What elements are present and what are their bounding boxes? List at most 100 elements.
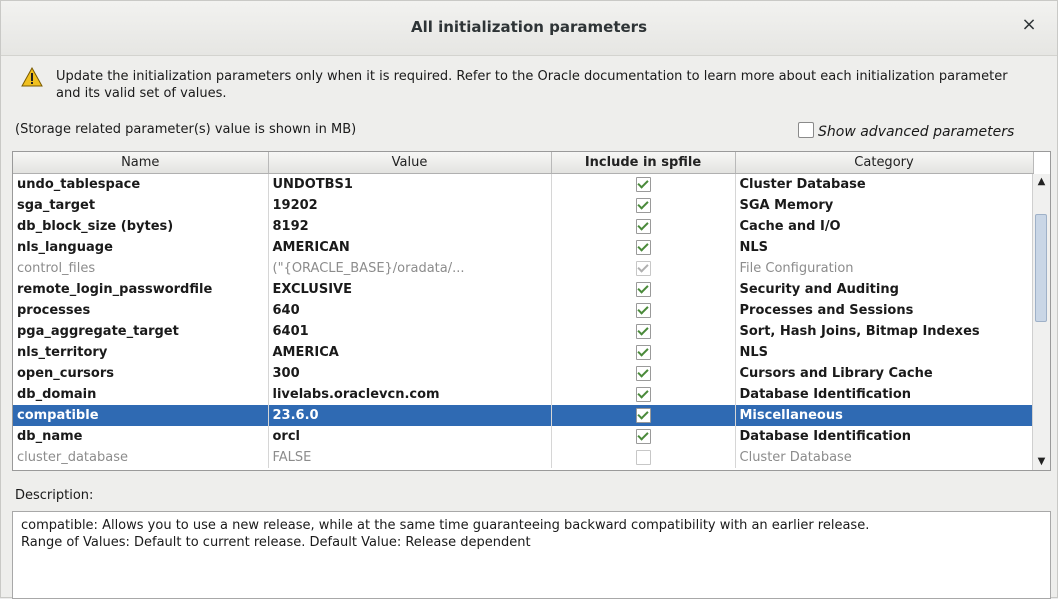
param-category-cell[interactable]: Cursors and Library Cache	[735, 363, 1034, 384]
table-row[interactable]: db_domain livelabs.oraclevcn.com Database …	[13, 384, 1034, 405]
param-value-cell[interactable]: orcl	[268, 426, 552, 447]
description-label: Description:	[15, 488, 94, 503]
scroll-thumb[interactable]	[1035, 214, 1047, 322]
param-name-cell[interactable]: processes	[13, 300, 269, 321]
table-row[interactable]: db_name orcl Database Identification	[13, 426, 1034, 447]
close-icon[interactable]: ×	[1019, 15, 1039, 35]
column-header-include[interactable]: Include in spfile	[551, 152, 736, 174]
column-header-value[interactable]: Value	[268, 152, 552, 174]
param-category-cell[interactable]: Database Identification	[735, 384, 1034, 405]
param-name-cell[interactable]: db_domain	[13, 384, 269, 405]
include-spfile-checkbox[interactable]	[635, 408, 651, 423]
column-header-category[interactable]: Category	[735, 152, 1034, 174]
param-name-cell[interactable]: sga_target	[13, 195, 269, 216]
table-row[interactable]: nls_language AMERICAN NLS	[13, 237, 1034, 258]
param-name-cell[interactable]: undo_tablespace	[13, 173, 269, 195]
param-name-cell[interactable]: control_files	[13, 258, 269, 279]
include-spfile-checkbox[interactable]	[635, 345, 651, 360]
include-spfile-cell	[551, 300, 736, 321]
scroll-up-icon[interactable]: ▲	[1033, 174, 1050, 190]
table-row[interactable]: sga_target 19202 SGA Memory	[13, 195, 1034, 216]
param-category-cell[interactable]: Processes and Sessions	[735, 300, 1034, 321]
param-value-cell[interactable]: 23.6.0	[268, 405, 552, 426]
include-spfile-checkbox[interactable]	[635, 219, 651, 234]
scroll-down-icon[interactable]: ▼	[1033, 454, 1050, 470]
table-scrollbar[interactable]: ▲ ▼	[1032, 174, 1050, 470]
include-spfile-checkbox	[635, 450, 651, 465]
param-value-cell[interactable]: 8192	[268, 216, 552, 237]
include-spfile-cell	[551, 173, 736, 195]
param-value-cell[interactable]: UNDOTBS1	[268, 173, 552, 195]
param-category-cell[interactable]: Miscellaneous	[735, 405, 1034, 426]
include-spfile-checkbox[interactable]	[635, 303, 651, 318]
include-spfile-checkbox[interactable]	[635, 282, 651, 297]
include-spfile-cell	[551, 405, 736, 426]
include-spfile-checkbox[interactable]	[635, 177, 651, 192]
table-row[interactable]: control_files ("{ORACLE_BASE}/oradata/...…	[13, 258, 1034, 279]
param-value-cell[interactable]: EXCLUSIVE	[268, 279, 552, 300]
table-row[interactable]: processes 640 Processes and Sessions	[13, 300, 1034, 321]
title-bar: All initialization parameters ×	[1, 1, 1057, 56]
table-row[interactable]: pga_aggregate_target 6401 Sort, Hash Joins…	[13, 321, 1034, 342]
param-value-cell[interactable]: AMERICAN	[268, 237, 552, 258]
param-name-cell[interactable]: compatible	[13, 405, 269, 426]
dialog-title: All initialization parameters	[410, 18, 647, 36]
include-spfile-checkbox[interactable]	[635, 429, 651, 444]
parameters-table: Name Value Include in spfile Category un…	[12, 151, 1051, 471]
param-category-cell[interactable]: Cache and I/O	[735, 216, 1034, 237]
param-category-cell[interactable]: File Configuration	[735, 258, 1034, 279]
param-value-cell[interactable]: FALSE	[268, 447, 552, 468]
init-params-dialog: All initialization parameters × Update t…	[0, 0, 1058, 599]
param-name-cell[interactable]: db_name	[13, 426, 269, 447]
table-row[interactable]: compatible 23.6.0 Miscellaneous	[13, 405, 1034, 426]
include-spfile-checkbox	[635, 261, 651, 276]
param-category-cell[interactable]: SGA Memory	[735, 195, 1034, 216]
param-name-cell[interactable]: pga_aggregate_target	[13, 321, 269, 342]
param-value-cell[interactable]: livelabs.oraclevcn.com	[268, 384, 552, 405]
param-name-cell[interactable]: cluster_database	[13, 447, 269, 468]
param-name-cell[interactable]: db_block_size (bytes)	[13, 216, 269, 237]
table-row[interactable]: nls_territory AMERICA NLS	[13, 342, 1034, 363]
include-spfile-cell	[551, 279, 736, 300]
param-value-cell[interactable]: 19202	[268, 195, 552, 216]
param-category-cell[interactable]: NLS	[735, 237, 1034, 258]
table-row[interactable]: open_cursors 300 Cursors and Library Cache	[13, 363, 1034, 384]
warning-message: Update the initialization parameters onl…	[56, 69, 1008, 101]
param-value-cell[interactable]: ("{ORACLE_BASE}/oradata/...	[268, 258, 552, 279]
column-header-name[interactable]: Name	[13, 152, 269, 174]
param-name-cell[interactable]: nls_territory	[13, 342, 269, 363]
param-category-cell[interactable]: Database Identification	[735, 426, 1034, 447]
param-category-cell[interactable]: Sort, Hash Joins, Bitmap Indexes	[735, 321, 1034, 342]
show-advanced-label: Show advanced parameters	[818, 124, 1015, 140]
table-row[interactable]: remote_login_passwordfile EXCLUSIVE Securi…	[13, 279, 1034, 300]
param-name-cell[interactable]: nls_language	[13, 237, 269, 258]
include-spfile-checkbox[interactable]	[635, 240, 651, 255]
show-advanced-checkbox[interactable]: Show advanced parameters	[798, 122, 1014, 140]
include-spfile-cell	[551, 447, 736, 468]
include-spfile-cell	[551, 258, 736, 279]
param-value-cell[interactable]: 640	[268, 300, 552, 321]
include-spfile-cell	[551, 426, 736, 447]
table-row[interactable]: db_block_size (bytes) 8192 Cache and I/O	[13, 216, 1034, 237]
include-spfile-checkbox[interactable]	[635, 366, 651, 381]
param-category-cell[interactable]: NLS	[735, 342, 1034, 363]
include-spfile-checkbox[interactable]	[635, 324, 651, 339]
warning-icon	[21, 67, 43, 87]
param-value-cell[interactable]: 6401	[268, 321, 552, 342]
include-spfile-cell	[551, 216, 736, 237]
include-spfile-cell	[551, 384, 736, 405]
param-category-cell[interactable]: Cluster Database	[735, 173, 1034, 195]
param-category-cell[interactable]: Security and Auditing	[735, 279, 1034, 300]
param-name-cell[interactable]: remote_login_passwordfile	[13, 279, 269, 300]
include-spfile-cell	[551, 195, 736, 216]
param-value-cell[interactable]: 300	[268, 363, 552, 384]
include-spfile-checkbox[interactable]	[635, 198, 651, 213]
param-category-cell[interactable]: Cluster Database	[735, 447, 1034, 468]
include-spfile-checkbox[interactable]	[635, 387, 651, 402]
param-name-cell[interactable]: open_cursors	[13, 363, 269, 384]
table-row[interactable]: undo_tablespace UNDOTBS1 Cluster Database	[13, 173, 1034, 195]
param-value-cell[interactable]: AMERICA	[268, 342, 552, 363]
table-row[interactable]: cluster_database FALSE Cluster Database	[13, 447, 1034, 468]
description-box: compatible: Allows you to use a new rele…	[12, 511, 1051, 599]
checkbox-icon[interactable]	[798, 122, 814, 138]
